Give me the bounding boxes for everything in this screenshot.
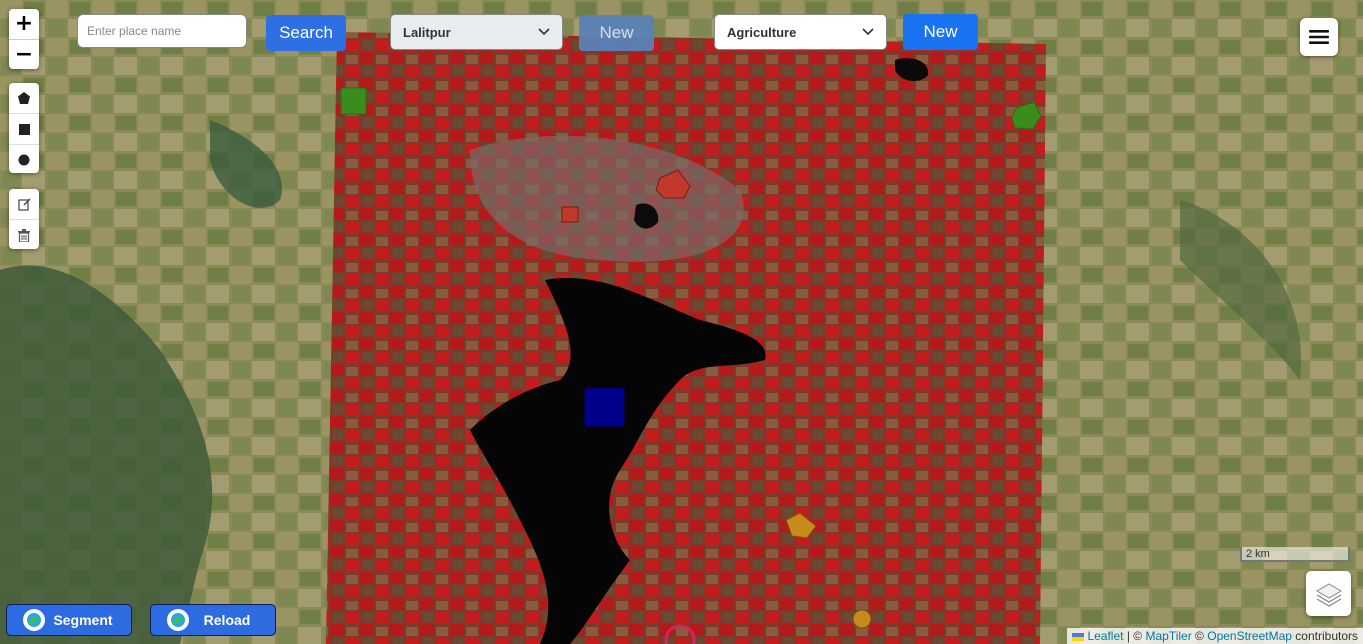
ukraine-flag-icon [1072, 633, 1085, 641]
district-select[interactable]: Lalitpur [390, 14, 563, 50]
menu-button[interactable] [1300, 18, 1338, 56]
edit-toolbar [9, 189, 39, 249]
segment-label: Segment [53, 612, 113, 628]
new-district-button[interactable]: New [579, 15, 654, 51]
chevron-down-icon [538, 28, 550, 36]
delete-layers-button[interactable] [9, 220, 39, 249]
map-attribution: Leaflet | © MapTiler © OpenStreetMap con… [1067, 628, 1363, 644]
app-logo-icon [167, 609, 189, 631]
attribution-separator: | © [1126, 629, 1143, 643]
draw-polygon-button[interactable] [9, 83, 39, 114]
new-class-button[interactable]: New [903, 14, 978, 50]
zoom-out-button[interactable]: − [9, 40, 39, 69]
attribution-suffix: contributors [1295, 629, 1358, 643]
scale-label: 2 km [1246, 548, 1270, 560]
attribution-separator: © [1195, 629, 1204, 643]
district-select-value: Lalitpur [403, 24, 451, 40]
zoom-in-button[interactable]: + [9, 9, 39, 40]
maptiler-link[interactable]: MapTiler [1145, 629, 1191, 643]
class-select-value: Agriculture [727, 24, 797, 40]
reload-button[interactable]: Reload [150, 604, 276, 636]
scale-bar: 2 km [1240, 547, 1350, 562]
circle-icon [18, 154, 30, 166]
edit-layers-button[interactable] [9, 189, 39, 220]
class-select[interactable]: Agriculture [714, 14, 887, 50]
draw-toolbar [9, 83, 39, 173]
polygon-icon [18, 92, 30, 104]
draw-circle-button[interactable] [9, 145, 39, 173]
reload-label: Reload [203, 612, 251, 628]
leaflet-link[interactable]: Leaflet [1087, 629, 1123, 643]
map-canvas[interactable] [0, 0, 1363, 644]
draw-rectangle-button[interactable] [9, 114, 39, 145]
chevron-down-icon [862, 28, 874, 36]
layers-button[interactable] [1306, 571, 1351, 616]
layers-icon [1315, 582, 1342, 607]
segment-button[interactable]: Segment [6, 604, 132, 636]
app-logo-icon [23, 609, 45, 631]
openstreetmap-link[interactable]: OpenStreetMap [1207, 629, 1292, 643]
zoom-control: + − [9, 9, 39, 69]
edit-icon [17, 197, 31, 211]
search-input[interactable] [77, 14, 247, 48]
search-button[interactable]: Search [266, 15, 346, 51]
hamburger-icon [1309, 30, 1329, 44]
trash-icon [18, 228, 30, 242]
rectangle-icon [18, 123, 30, 135]
